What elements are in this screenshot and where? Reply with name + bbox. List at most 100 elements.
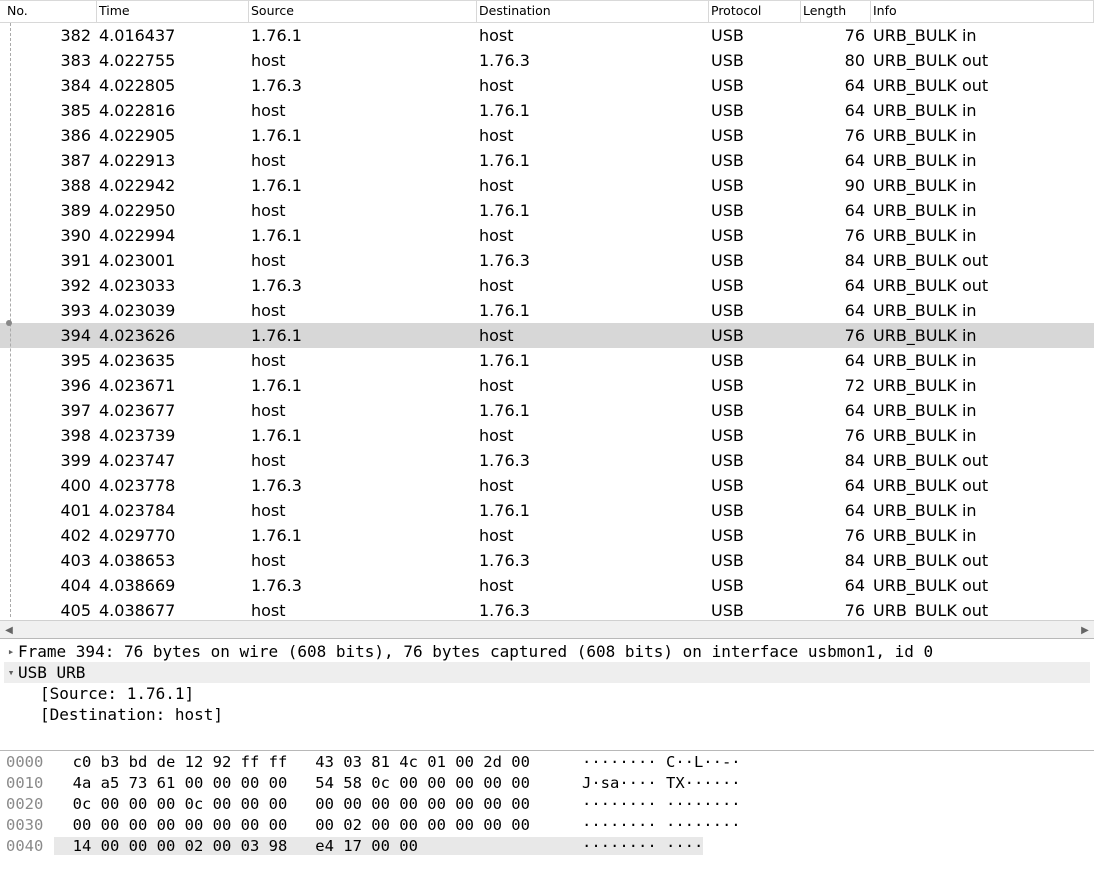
packet-row[interactable]: 3914.023001host1.76.3USB84URB_BULK out	[0, 248, 1094, 273]
cell-destination: host	[477, 76, 709, 95]
cell-time: 4.023033	[97, 276, 249, 295]
packet-row[interactable]: 3994.023747host1.76.3USB84URB_BULK out	[0, 448, 1094, 473]
cell-time: 4.022905	[97, 126, 249, 145]
cell-protocol: USB	[709, 601, 801, 617]
packet-details-pane[interactable]: ▸ Frame 394: 76 bytes on wire (608 bits)…	[0, 638, 1094, 750]
cell-time: 4.022805	[97, 76, 249, 95]
detail-usb-urb-text: USB URB	[18, 663, 85, 682]
packet-row[interactable]: 3974.023677host1.76.1USB64URB_BULK in	[0, 398, 1094, 423]
cell-info: URB_BULK out	[871, 276, 1094, 295]
packet-row[interactable]: 3884.0229421.76.1hostUSB90URB_BULK in	[0, 173, 1094, 198]
packet-row[interactable]: 3944.0236261.76.1hostUSB76URB_BULK in	[0, 323, 1094, 348]
cell-length: 64	[801, 101, 871, 120]
cell-destination: 1.76.3	[477, 551, 709, 570]
packet-row[interactable]: 3864.0229051.76.1hostUSB76URB_BULK in	[0, 123, 1094, 148]
packet-bytes-pane[interactable]: 0000 c0 b3 bd de 12 92 ff ff 43 03 81 4c…	[0, 750, 1094, 878]
cell-no: 403	[5, 551, 97, 570]
col-header-length[interactable]: Length	[801, 1, 871, 22]
packet-row[interactable]: 4044.0386691.76.3hostUSB64URB_BULK out	[0, 573, 1094, 598]
cell-time: 4.022950	[97, 201, 249, 220]
cell-length: 76	[801, 526, 871, 545]
cell-no: 402	[5, 526, 97, 545]
cell-time: 4.022755	[97, 51, 249, 70]
hex-row[interactable]: 0010 4a a5 73 61 00 00 00 00 54 58 0c 00…	[6, 774, 1088, 795]
cell-protocol: USB	[709, 501, 801, 520]
hex-row[interactable]: 0000 c0 b3 bd de 12 92 ff ff 43 03 81 4c…	[6, 753, 1088, 774]
cell-source: 1.76.1	[249, 376, 477, 395]
detail-usb-urb[interactable]: ▾ USB URB	[4, 662, 1090, 683]
hex-row[interactable]: 0020 0c 00 00 00 0c 00 00 00 00 00 00 00…	[6, 795, 1088, 816]
cell-destination: host	[477, 276, 709, 295]
cell-no: 389	[5, 201, 97, 220]
chevron-right-icon[interactable]: ▸	[4, 645, 18, 658]
detail-source[interactable]: [Source: 1.76.1]	[4, 683, 1090, 704]
cell-protocol: USB	[709, 226, 801, 245]
detail-frame-text: Frame 394: 76 bytes on wire (608 bits), …	[18, 642, 933, 661]
cell-time: 4.023626	[97, 326, 249, 345]
col-header-info[interactable]: Info	[871, 1, 1094, 22]
packet-row[interactable]: 4054.038677host1.76.3USB76URB_BULK out	[0, 598, 1094, 617]
packet-row[interactable]: 4014.023784host1.76.1USB64URB_BULK in	[0, 498, 1094, 523]
cell-info: URB_BULK out	[871, 476, 1094, 495]
packet-row[interactable]: 3894.022950host1.76.1USB64URB_BULK in	[0, 198, 1094, 223]
packet-row[interactable]: 3924.0230331.76.3hostUSB64URB_BULK out	[0, 273, 1094, 298]
cell-source: 1.76.1	[249, 426, 477, 445]
cell-info: URB_BULK in	[871, 326, 1094, 345]
cell-destination: host	[477, 126, 709, 145]
cell-source: host	[249, 551, 477, 570]
packet-row[interactable]: 3874.022913host1.76.1USB64URB_BULK in	[0, 148, 1094, 173]
col-header-no[interactable]: No.	[5, 1, 97, 22]
hex-row[interactable]: 0040 14 00 00 00 02 00 03 98 e4 17 00 00…	[6, 837, 1088, 858]
cell-source: host	[249, 501, 477, 520]
cell-protocol: USB	[709, 26, 801, 45]
packet-list-body[interactable]: 3824.0164371.76.1hostUSB76URB_BULK in383…	[0, 23, 1094, 617]
cell-length: 76	[801, 426, 871, 445]
cell-destination: 1.76.1	[477, 201, 709, 220]
cell-info: URB_BULK in	[871, 351, 1094, 370]
col-header-source[interactable]: Source	[249, 1, 477, 22]
cell-length: 84	[801, 551, 871, 570]
packet-row[interactable]: 4024.0297701.76.1hostUSB76URB_BULK in	[0, 523, 1094, 548]
horizontal-scrollbar[interactable]: ◀ ▶	[0, 620, 1094, 638]
packet-row[interactable]: 3964.0236711.76.1hostUSB72URB_BULK in	[0, 373, 1094, 398]
cell-time: 4.038669	[97, 576, 249, 595]
packet-row[interactable]: 3934.023039host1.76.1USB64URB_BULK in	[0, 298, 1094, 323]
cell-info: URB_BULK out	[871, 76, 1094, 95]
cell-info: URB_BULK in	[871, 201, 1094, 220]
col-header-protocol[interactable]: Protocol	[709, 1, 801, 22]
packet-row[interactable]: 4004.0237781.76.3hostUSB64URB_BULK out	[0, 473, 1094, 498]
packet-row[interactable]: 3854.022816host1.76.1USB64URB_BULK in	[0, 98, 1094, 123]
packet-row[interactable]: 3984.0237391.76.1hostUSB76URB_BULK in	[0, 423, 1094, 448]
col-header-time[interactable]: Time	[97, 1, 249, 22]
packet-row[interactable]: 3824.0164371.76.1hostUSB76URB_BULK in	[0, 23, 1094, 48]
scroll-right-icon[interactable]: ▶	[1076, 621, 1094, 638]
cell-source: host	[249, 201, 477, 220]
cell-no: 390	[5, 226, 97, 245]
cell-protocol: USB	[709, 401, 801, 420]
cell-no: 394	[5, 326, 97, 345]
cell-source: host	[249, 351, 477, 370]
detail-destination[interactable]: [Destination: host]	[4, 704, 1090, 725]
hex-offset: 0040	[6, 837, 54, 855]
cell-destination: 1.76.1	[477, 151, 709, 170]
col-header-destination[interactable]: Destination	[477, 1, 709, 22]
chevron-down-icon[interactable]: ▾	[4, 666, 18, 679]
packet-row[interactable]: 3954.023635host1.76.1USB64URB_BULK in	[0, 348, 1094, 373]
cell-no: 392	[5, 276, 97, 295]
cell-info: URB_BULK out	[871, 551, 1094, 570]
packet-row[interactable]: 3834.022755host1.76.3USB80URB_BULK out	[0, 48, 1094, 73]
packet-row[interactable]: 3904.0229941.76.1hostUSB76URB_BULK in	[0, 223, 1094, 248]
cell-no: 384	[5, 76, 97, 95]
scroll-left-icon[interactable]: ◀	[0, 621, 18, 638]
cell-no: 395	[5, 351, 97, 370]
cell-time: 4.023677	[97, 401, 249, 420]
detail-frame-line[interactable]: ▸ Frame 394: 76 bytes on wire (608 bits)…	[4, 641, 1090, 662]
cell-protocol: USB	[709, 576, 801, 595]
cell-length: 64	[801, 501, 871, 520]
cell-length: 84	[801, 451, 871, 470]
packet-row[interactable]: 4034.038653host1.76.3USB84URB_BULK out	[0, 548, 1094, 573]
cell-info: URB_BULK in	[871, 126, 1094, 145]
packet-row[interactable]: 3844.0228051.76.3hostUSB64URB_BULK out	[0, 73, 1094, 98]
hex-row[interactable]: 0030 00 00 00 00 00 00 00 00 00 02 00 00…	[6, 816, 1088, 837]
hex-bytes: 4a a5 73 61 00 00 00 00 54 58 0c 00 00 0…	[54, 774, 554, 792]
